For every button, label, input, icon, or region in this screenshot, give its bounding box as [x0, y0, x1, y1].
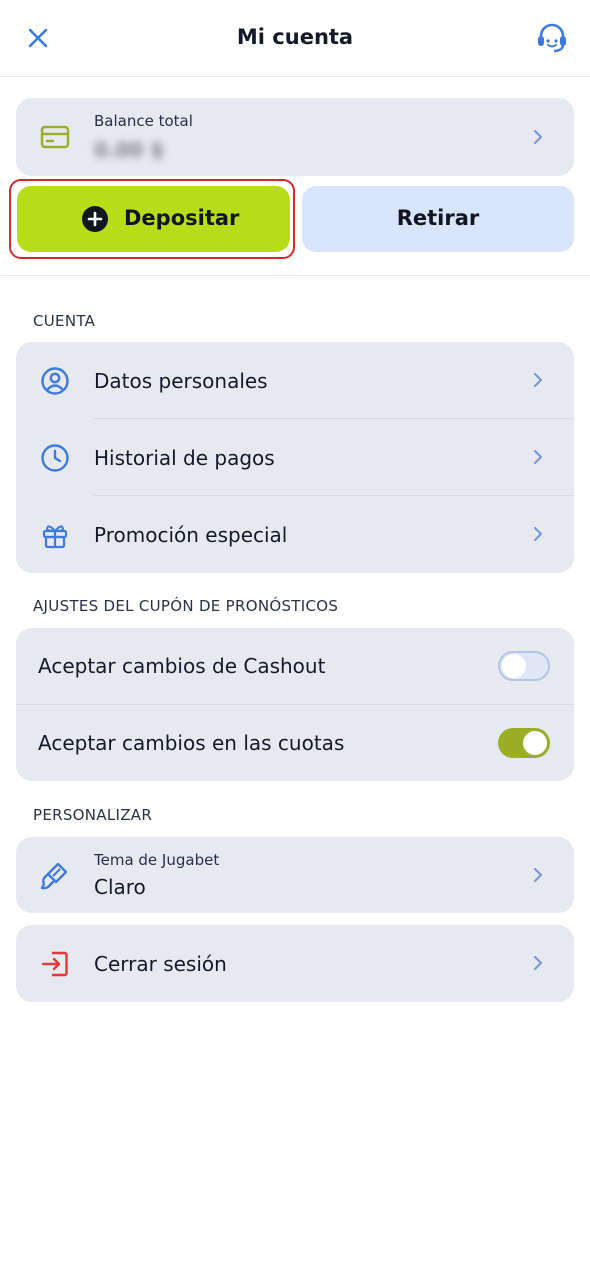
balance-label: Balance total	[94, 112, 193, 130]
balance-card[interactable]: Balance total 0.00 $	[16, 98, 574, 176]
menu-item-label: Historial de pagos	[94, 446, 275, 470]
page-title: Mi cuenta	[236, 25, 354, 49]
top-bar: Mi cuenta	[0, 0, 590, 77]
theme-selector[interactable]: Tema de Jugabet Claro	[16, 837, 574, 913]
toggle-knob	[523, 731, 547, 755]
cashout-changes-toggle[interactable]	[498, 651, 550, 681]
balance-amount: 0.00 $	[94, 138, 165, 162]
theme-label: Tema de Jugabet	[94, 851, 220, 869]
odds-changes-toggle[interactable]	[498, 728, 550, 758]
chevron-right-icon	[533, 449, 543, 465]
toggle-knob	[502, 654, 526, 678]
menu-item-label: Datos personales	[94, 369, 268, 393]
deposit-label: Depositar	[124, 206, 240, 230]
clock-icon	[41, 444, 69, 472]
setting-accept-odds-changes: Aceptar cambios en las cuotas	[16, 705, 574, 781]
logout-label: Cerrar sesión	[94, 952, 227, 976]
gift-icon	[42, 525, 68, 549]
deposit-button[interactable]: Depositar	[17, 186, 290, 252]
user-circle-icon	[41, 367, 69, 395]
chevron-right-icon	[533, 129, 543, 145]
chevron-right-icon	[533, 955, 543, 971]
menu-item-label: Promoción especial	[94, 523, 288, 547]
section-title-coupon-settings: AJUSTES DEL CUPÓN DE PRONÓSTICOS	[33, 597, 339, 615]
headset-icon[interactable]	[534, 20, 570, 56]
coupon-settings-menu: Aceptar cambios de Cashout Aceptar cambi…	[16, 628, 574, 781]
setting-accept-cashout-changes: Aceptar cambios de Cashout	[16, 628, 574, 704]
menu-item-personal-data[interactable]: Datos personales	[16, 342, 574, 419]
logout-button[interactable]: Cerrar sesión	[16, 925, 574, 1002]
chevron-right-icon	[533, 867, 543, 883]
theme-value: Claro	[94, 875, 146, 899]
chevron-right-icon	[533, 526, 543, 542]
setting-label: Aceptar cambios en las cuotas	[38, 731, 345, 755]
logout-icon	[41, 951, 68, 977]
withdraw-button[interactable]: Retirar	[302, 186, 574, 252]
setting-label: Aceptar cambios de Cashout	[38, 654, 326, 678]
card-icon	[40, 125, 70, 149]
brush-icon	[40, 862, 68, 890]
section-title-personalize: PERSONALIZAR	[33, 806, 153, 824]
section-title-account: CUENTA	[33, 312, 96, 330]
divider	[0, 275, 590, 276]
menu-item-payment-history[interactable]: Historial de pagos	[16, 419, 574, 496]
plus-circle-icon	[82, 206, 108, 232]
chevron-right-icon	[533, 372, 543, 388]
withdraw-label: Retirar	[396, 206, 480, 230]
menu-item-special-promo[interactable]: Promoción especial	[16, 496, 574, 573]
account-menu: Datos personales Historial de pagos Prom…	[16, 342, 574, 573]
